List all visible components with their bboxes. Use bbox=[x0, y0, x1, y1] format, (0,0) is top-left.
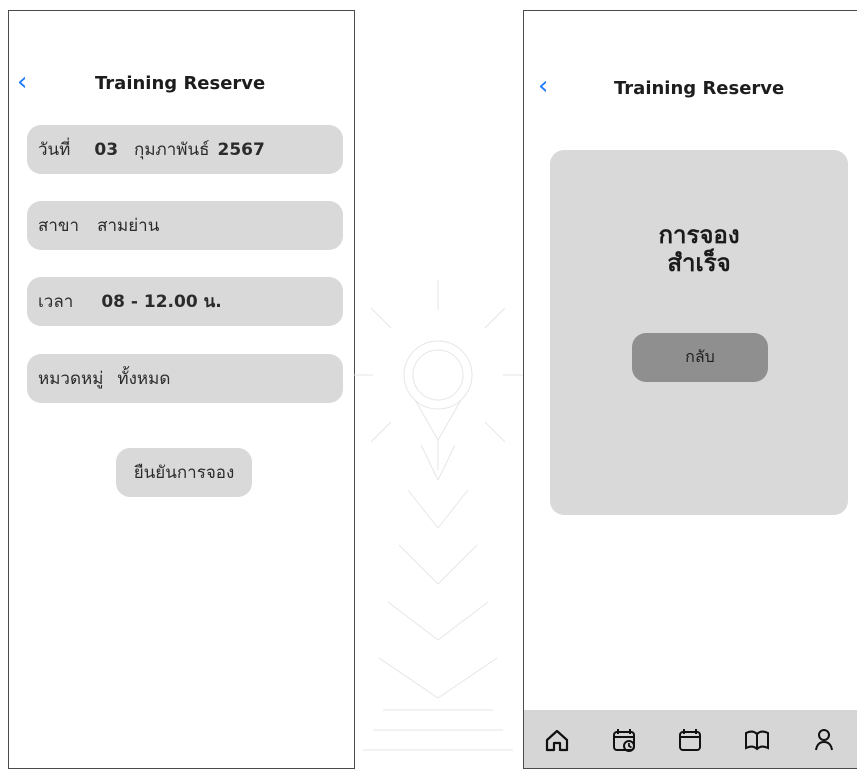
nav-book[interactable] bbox=[736, 719, 778, 761]
branch-value: สามย่าน bbox=[97, 216, 160, 236]
book-icon bbox=[745, 730, 770, 751]
nav-home[interactable] bbox=[536, 719, 578, 761]
success-card: การจอง สำเร็จ กลับ bbox=[550, 150, 848, 515]
back-arrow-icon[interactable]: ‹ bbox=[17, 69, 27, 95]
right-phone-screen: ‹ Training Reserve การจอง สำเร็จ กลับ bbox=[523, 10, 857, 769]
calendar-icon bbox=[679, 729, 702, 751]
branch-field[interactable]: สาขา สามย่าน bbox=[27, 201, 343, 250]
home-icon bbox=[546, 729, 569, 752]
booking-success-message: การจอง สำเร็จ bbox=[658, 221, 740, 277]
confirm-booking-button[interactable]: ยืนยันการจอง bbox=[116, 448, 252, 497]
page-title: Training Reserve bbox=[614, 78, 785, 99]
university-watermark-icon bbox=[353, 280, 523, 751]
date-day: 03 bbox=[94, 139, 119, 160]
category-value: ทั้งหมด bbox=[117, 369, 171, 389]
date-field[interactable]: วันที่ 03 กุมภาพันธ์ 2567 bbox=[27, 125, 343, 174]
return-button[interactable]: กลับ bbox=[632, 333, 768, 382]
nav-profile[interactable] bbox=[803, 719, 845, 761]
category-label: หมวดหมู่ bbox=[38, 369, 104, 389]
profile-icon bbox=[814, 729, 833, 751]
calendar-clock-icon bbox=[612, 729, 635, 752]
time-value: 08 - 12.00 น. bbox=[101, 292, 222, 312]
time-field[interactable]: เวลา 08 - 12.00 น. bbox=[27, 277, 343, 326]
left-phone-screen: ‹ Training Reserve วันที่ 03 กุมภาพันธ์ … bbox=[8, 10, 355, 769]
bottom-navigation bbox=[524, 710, 857, 768]
date-year: 2567 bbox=[217, 139, 265, 160]
branch-label: สาขา bbox=[38, 216, 80, 236]
nav-calendar[interactable] bbox=[669, 719, 711, 761]
date-label: วันที่ bbox=[38, 140, 71, 160]
page-title: Training Reserve bbox=[95, 73, 266, 94]
category-field[interactable]: หมวดหมู่ ทั้งหมด bbox=[27, 354, 343, 403]
nav-calendar-clock[interactable] bbox=[603, 719, 645, 761]
back-arrow-icon[interactable]: ‹ bbox=[538, 73, 548, 99]
date-month: กุมภาพันธ์ bbox=[134, 140, 210, 160]
time-label: เวลา bbox=[38, 292, 74, 312]
